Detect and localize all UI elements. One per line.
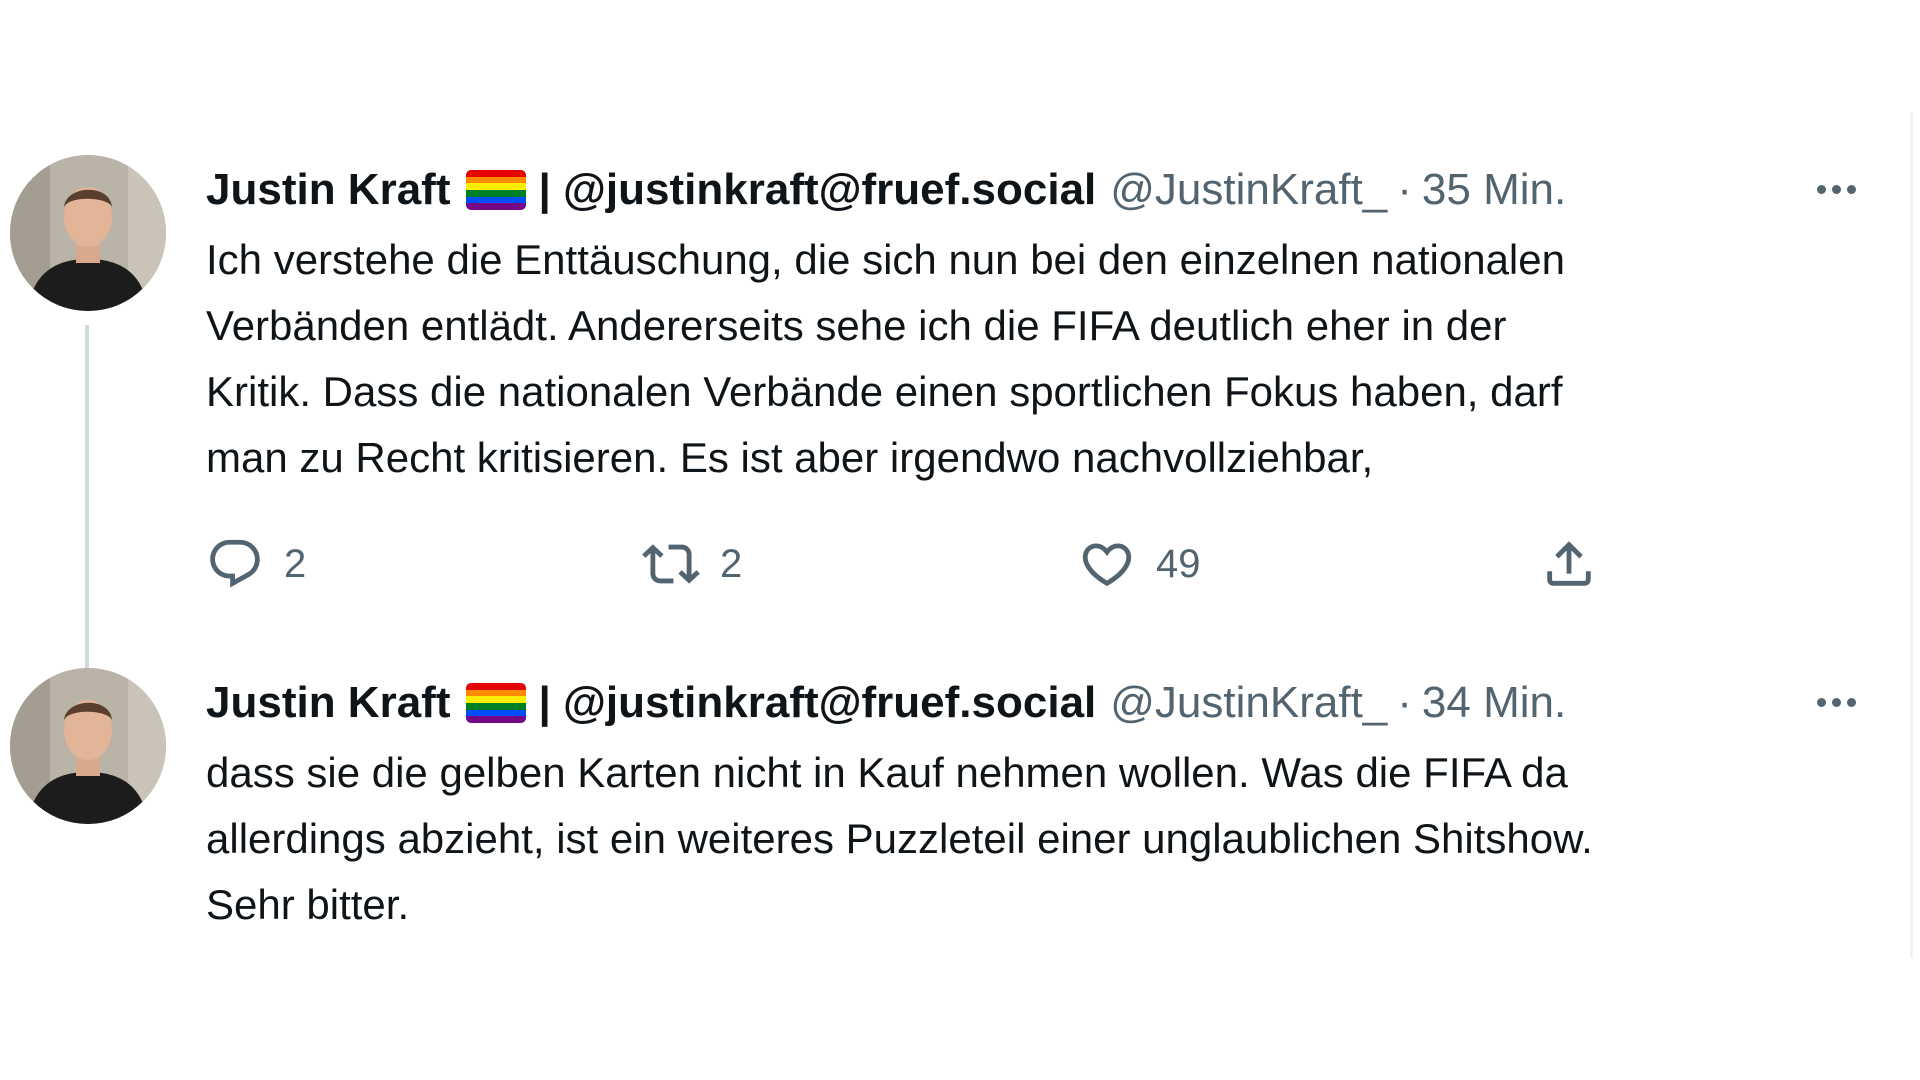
share-button[interactable] xyxy=(1540,529,1598,599)
author-handle[interactable]: @JustinKraft_ xyxy=(1110,165,1387,215)
timeline-border xyxy=(1910,112,1913,958)
tweet-text-line: dass sie die gelben Karten nicht in Kauf… xyxy=(206,749,1568,796)
rainbow-flag-icon xyxy=(466,683,527,723)
more-icon[interactable] xyxy=(1806,169,1866,209)
author-name[interactable]: Justin Kraft xyxy=(206,165,450,215)
tweet-thread: Justin Kraft | @justinkraft@fruef.social… xyxy=(0,0,1920,1080)
separator-dot: · xyxy=(1397,678,1412,727)
more-icon[interactable] xyxy=(1806,682,1866,722)
reply-count: 2 xyxy=(284,541,307,586)
retweet-button[interactable]: 2 xyxy=(642,529,742,599)
author-handle[interactable]: @JustinKraft_ xyxy=(1110,678,1387,728)
like-count: 49 xyxy=(1156,541,1201,586)
tweet-text-line: allerdings abzieht, ist ein weiteres Puz… xyxy=(206,815,1593,862)
tweet-timestamp[interactable]: 34 Min. xyxy=(1422,678,1566,728)
tweet-timestamp[interactable]: 35 Min. xyxy=(1422,165,1566,215)
tweet-text-line: Kritik. Dass die nationalen Verbände ein… xyxy=(206,368,1563,415)
retweet-count: 2 xyxy=(720,541,743,586)
rainbow-flag-icon xyxy=(466,170,527,210)
avatar[interactable] xyxy=(10,155,166,311)
retweet-icon xyxy=(642,544,700,584)
tweet-text-line: Ich verstehe die Enttäuschung, die sich … xyxy=(206,236,1565,283)
tweet-text: dass sie die gelben Karten nicht in Kauf… xyxy=(206,740,1846,938)
avatar[interactable] xyxy=(10,668,166,824)
separator-dot: · xyxy=(1397,165,1412,214)
author-extra[interactable]: | @justinkraft@fruef.social xyxy=(538,165,1096,215)
tweet-text: Ich verstehe die Enttäuschung, die sich … xyxy=(206,227,1846,491)
tweet-actions: 2 2 49 xyxy=(206,529,1846,599)
tweet-header: Justin Kraft | @justinkraft@fruef.social… xyxy=(206,668,1846,738)
tweet-header: Justin Kraft | @justinkraft@fruef.social… xyxy=(206,155,1846,225)
share-icon xyxy=(1547,541,1591,586)
tweet-text-line: Verbänden entlädt. Andererseits sehe ich… xyxy=(206,302,1507,349)
author-extra[interactable]: | @justinkraft@fruef.social xyxy=(538,678,1096,728)
reply-icon xyxy=(210,539,260,588)
like-button[interactable]: 49 xyxy=(1078,529,1201,599)
reply-button[interactable]: 2 xyxy=(206,529,306,599)
heart-icon xyxy=(1082,543,1132,587)
tweet-text-line: man zu Recht kritisieren. Es ist aber ir… xyxy=(206,434,1374,481)
author-name[interactable]: Justin Kraft xyxy=(206,678,450,728)
tweet-text-line: Sehr bitter. xyxy=(206,881,410,928)
